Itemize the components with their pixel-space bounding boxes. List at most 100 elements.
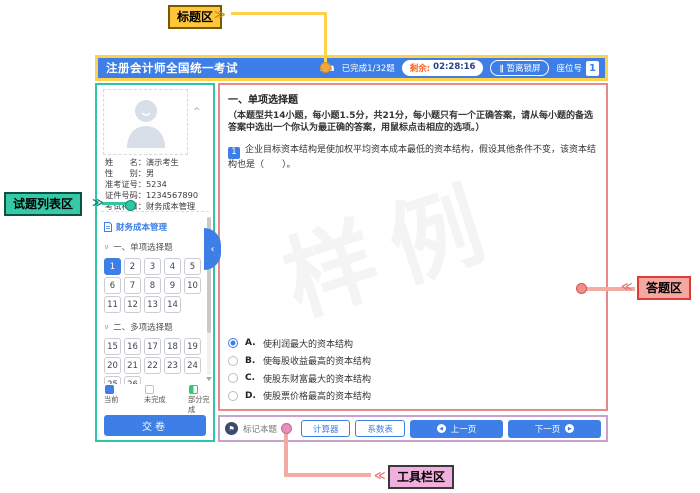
exam-title: 注册会计师全国统一考试 [106, 60, 238, 76]
question-navigator: 财务成本管理 ∨ 一、单项选择题 1234567891011121314 ∨ 二… [97, 213, 213, 384]
chevron-up-icon[interactable]: ^ [193, 107, 201, 117]
question-number-13[interactable]: 13 [144, 296, 161, 313]
question-number-12[interactable]: 12 [124, 296, 141, 313]
coefficient-table-button[interactable]: 系数表 [355, 420, 405, 437]
question-number-6[interactable]: 6 [104, 277, 121, 294]
question-content: 一、单项选择题 （本题型共14小题，每小题1.5分，共21分，每小题只有一个正确… [228, 91, 598, 172]
question-number-23[interactable]: 23 [164, 357, 181, 374]
question-number-25[interactable]: 25 [104, 376, 121, 384]
question-number-11[interactable]: 11 [104, 296, 121, 313]
option-text: 使利润最大的资本结构 [263, 337, 353, 350]
option-letter: D. [245, 391, 256, 401]
document-icon [104, 222, 112, 232]
info-row: 准考证号：5234 [105, 180, 209, 189]
info-label: 姓 名： [105, 158, 146, 167]
section-header-single-choice[interactable]: ∨ 一、单项选择题 [104, 241, 213, 253]
section-title: 一、单项选择题 [228, 91, 598, 106]
mark-question-label[interactable]: 标记本题 [243, 423, 277, 435]
question-number-badge: 1 [228, 147, 240, 159]
sample-watermark: 样例 [265, 146, 515, 340]
annotation-dot [320, 62, 331, 73]
question-number-24[interactable]: 24 [184, 357, 201, 374]
legend-item-incomplete: 未完成 [144, 385, 188, 415]
caret-down-icon: ∨ [104, 243, 109, 251]
pause-lock-button[interactable]: ∥ 暂离锁屏 [490, 60, 549, 76]
question-number-7[interactable]: 7 [124, 277, 141, 294]
annotation-toolbar-area: 工具栏区 [388, 465, 454, 489]
question-grid-single: 1234567891011121314 [104, 258, 213, 313]
question-list-panel: ^ 姓 名：演示考生性 别：男准考证号：5234证件号码：1234567890考… [95, 83, 215, 442]
question-number-22[interactable]: 22 [144, 357, 161, 374]
question-number-16[interactable]: 16 [124, 338, 141, 355]
prev-arrow-icon: ◀ [437, 424, 446, 433]
question-number-18[interactable]: 18 [164, 338, 181, 355]
section-description: （本题型共14小题，每小题1.5分，共21分，每小题只有一个正确答案，请从每小题… [228, 110, 598, 134]
info-value: 男 [146, 169, 154, 178]
seat-number: 1 [586, 61, 599, 76]
info-value: 1234567890 [146, 191, 198, 200]
question-number-4[interactable]: 4 [164, 258, 181, 275]
subject-row[interactable]: 财务成本管理 [104, 221, 213, 233]
annotation-connector [284, 431, 288, 476]
question-number-20[interactable]: 20 [104, 357, 121, 374]
option-D[interactable]: D.使股票价格最高的资本结构 [228, 389, 371, 402]
info-row: 性 别：男 [105, 169, 209, 178]
option-A[interactable]: A.使利润最大的资本结构 [228, 337, 371, 350]
option-text: 使股东财富最大的资本结构 [263, 372, 371, 385]
scrollbar-down-arrow[interactable] [206, 377, 212, 381]
next-page-label: 下一页 [535, 423, 561, 435]
radio-button[interactable] [228, 356, 238, 366]
toolbar: ⚑ 标记本题 计算器 系数表 ◀ 上一页 下一页 ▶ [218, 415, 608, 442]
question-number-26[interactable]: 26 [124, 376, 141, 384]
question-number-2[interactable]: 2 [124, 258, 141, 275]
annotation-connector [324, 12, 327, 64]
annotation-dot [125, 200, 136, 211]
next-arrow-icon: ▶ [565, 424, 574, 433]
radio-button-selected[interactable] [228, 338, 238, 348]
info-label: 准考证号： [105, 180, 146, 189]
question-number-17[interactable]: 17 [144, 338, 161, 355]
question-number-8[interactable]: 8 [144, 277, 161, 294]
question-number-1[interactable]: 1 [104, 258, 121, 275]
question-number-19[interactable]: 19 [184, 338, 201, 355]
section-title: 二、多项选择题 [113, 321, 173, 333]
caret-down-icon: ∨ [104, 323, 109, 331]
pause-icon: ∥ [499, 64, 503, 73]
submit-paper-button[interactable]: 交卷 [104, 415, 206, 436]
next-page-button[interactable]: 下一页 ▶ [508, 420, 601, 438]
question-number-21[interactable]: 21 [124, 357, 141, 374]
annotation-dot [281, 423, 292, 434]
option-B[interactable]: B.使每股收益最高的资本结构 [228, 354, 371, 367]
annotation-dot [576, 283, 587, 294]
question-number-9[interactable]: 9 [164, 277, 181, 294]
prev-page-button[interactable]: ◀ 上一页 [410, 420, 503, 438]
mark-flag-icon[interactable]: ⚑ [225, 422, 238, 435]
annotation-arrow-left: ≪ [374, 469, 386, 482]
exam-header: 注册会计师全国统一考试 Aa 已完成1/32题 剩余: 02:28:16 ∥ 暂… [95, 55, 608, 81]
pause-label: 暂离锁屏 [506, 62, 540, 74]
question-number-10[interactable]: 10 [184, 277, 201, 294]
question-number-15[interactable]: 15 [104, 338, 121, 355]
info-value: 5234 [146, 180, 167, 189]
annotation-question-list-area: 试题列表区 [4, 192, 82, 216]
calculator-button[interactable]: 计算器 [301, 420, 351, 437]
question-number-3[interactable]: 3 [144, 258, 161, 275]
question-text-block: 1企业目标资本结构是使加权平均资本成本最低的资本结构，假设其他条件不变，该资本结… [228, 144, 598, 172]
radio-button[interactable] [228, 373, 238, 383]
header-right-group: Aa 已完成1/32题 剩余: 02:28:16 ∥ 暂离锁屏 座位号 1 [320, 60, 599, 76]
section-header-multi-choice[interactable]: ∨ 二、多项选择题 [104, 321, 213, 333]
info-label: 性 别： [105, 169, 146, 178]
progress-text: 已完成1/32题 [342, 62, 395, 74]
annotation-arrow-right: ≫ [214, 8, 226, 21]
option-letter: C. [245, 373, 256, 383]
question-number-5[interactable]: 5 [184, 258, 201, 275]
option-C[interactable]: C. 使股东财富最大的资本结构 [228, 372, 371, 385]
info-value: 演示考生 [146, 158, 179, 167]
info-row: 姓 名：演示考生 [105, 158, 209, 167]
radio-button[interactable] [228, 391, 238, 401]
seat-group: 座位号 1 [556, 61, 599, 76]
sidebar-divider [101, 211, 209, 212]
question-number-14[interactable]: 14 [164, 296, 181, 313]
info-label: 证件号码： [105, 191, 146, 200]
screenshot-canvas: 注册会计师全国统一考试 Aa 已完成1/32题 剩余: 02:28:16 ∥ 暂… [0, 0, 700, 493]
